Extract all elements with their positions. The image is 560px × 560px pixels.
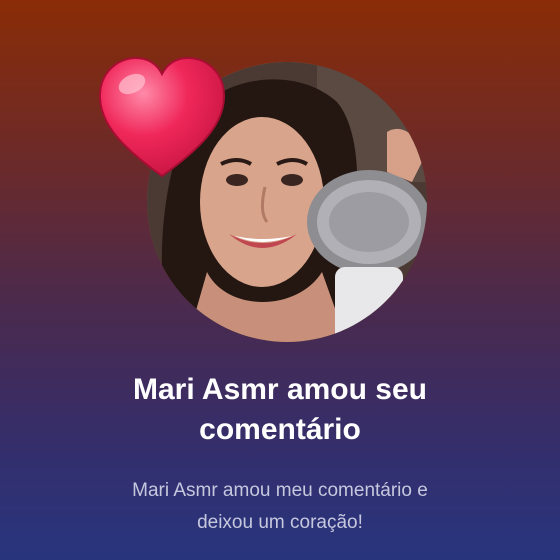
notification-message: Mari Asmr amou meu comentário e deixou u… [0,475,560,539]
heart-icon [98,56,226,178]
notification-card[interactable]: Mari Asmr amou seu comentário Mari Asmr … [0,0,560,560]
title-line-2: comentário [199,413,361,446]
title-line-1: Mari Asmr amou seu [133,373,427,406]
message-line-1: Mari Asmr amou meu comentário e [132,480,428,501]
notification-title: Mari Asmr amou seu comentário [0,370,560,450]
message-line-2: deixou um coração! [197,512,363,533]
